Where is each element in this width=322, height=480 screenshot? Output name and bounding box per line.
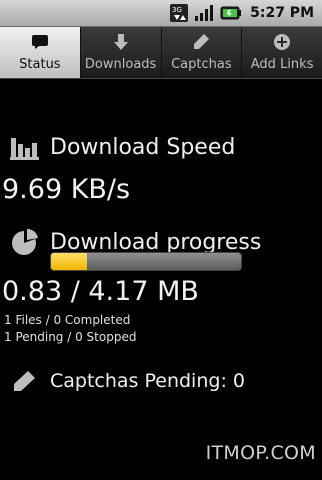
download-progress-label: Download progress	[50, 229, 262, 255]
captchas-pending-label: Captchas Pending: 0	[50, 370, 245, 392]
tab-add-links[interactable]: Add Links	[241, 27, 322, 78]
tab-label: Captchas	[171, 57, 232, 72]
clock: 5:27 PM	[250, 5, 314, 21]
status-panel: Download Speed 9.69 KB/s Download progre…	[0, 78, 322, 480]
status-bar: 3G 5:27 PM	[0, 0, 322, 27]
svg-text:3G: 3G	[172, 6, 182, 14]
tab-label: Add Links	[250, 57, 314, 72]
3g-icon: 3G	[170, 4, 189, 22]
download-arrow-icon	[113, 34, 128, 50]
plus-circle-icon	[274, 34, 291, 50]
status-icons: 3G 5:27 PM	[170, 3, 314, 23]
captchas-row: Captchas Pending: 0	[12, 370, 245, 392]
bar-chart-icon	[10, 138, 39, 160]
status-icon	[31, 35, 48, 49]
battery-icon	[220, 6, 242, 20]
tab-downloads[interactable]: Downloads	[79, 27, 161, 78]
tab-label: Status	[19, 57, 61, 72]
download-speed-row: Download Speed	[10, 134, 235, 160]
watermark: ITMOP.COM	[205, 442, 316, 464]
download-progress-bar	[50, 252, 242, 271]
tab-label: Downloads	[84, 57, 157, 72]
progress-fill	[51, 253, 88, 270]
pencil-icon	[14, 371, 35, 391]
signal-icon	[195, 5, 214, 21]
download-speed-value: 9.69 KB/s	[2, 174, 131, 205]
tab-bar: Status Downloads Captchas Add Links	[0, 27, 322, 79]
files-summary: 1 Files / 0 Completed	[4, 313, 131, 327]
pie-chart-icon	[12, 228, 38, 255]
tab-status[interactable]: Status	[0, 27, 80, 78]
download-progress-value: 0.83 / 4.17 MB	[2, 276, 199, 307]
pencil-icon	[194, 34, 210, 49]
tab-captchas[interactable]: Captchas	[160, 27, 242, 78]
pending-summary: 1 Pending / 0 Stopped	[4, 330, 137, 344]
download-speed-label: Download Speed	[50, 134, 236, 160]
